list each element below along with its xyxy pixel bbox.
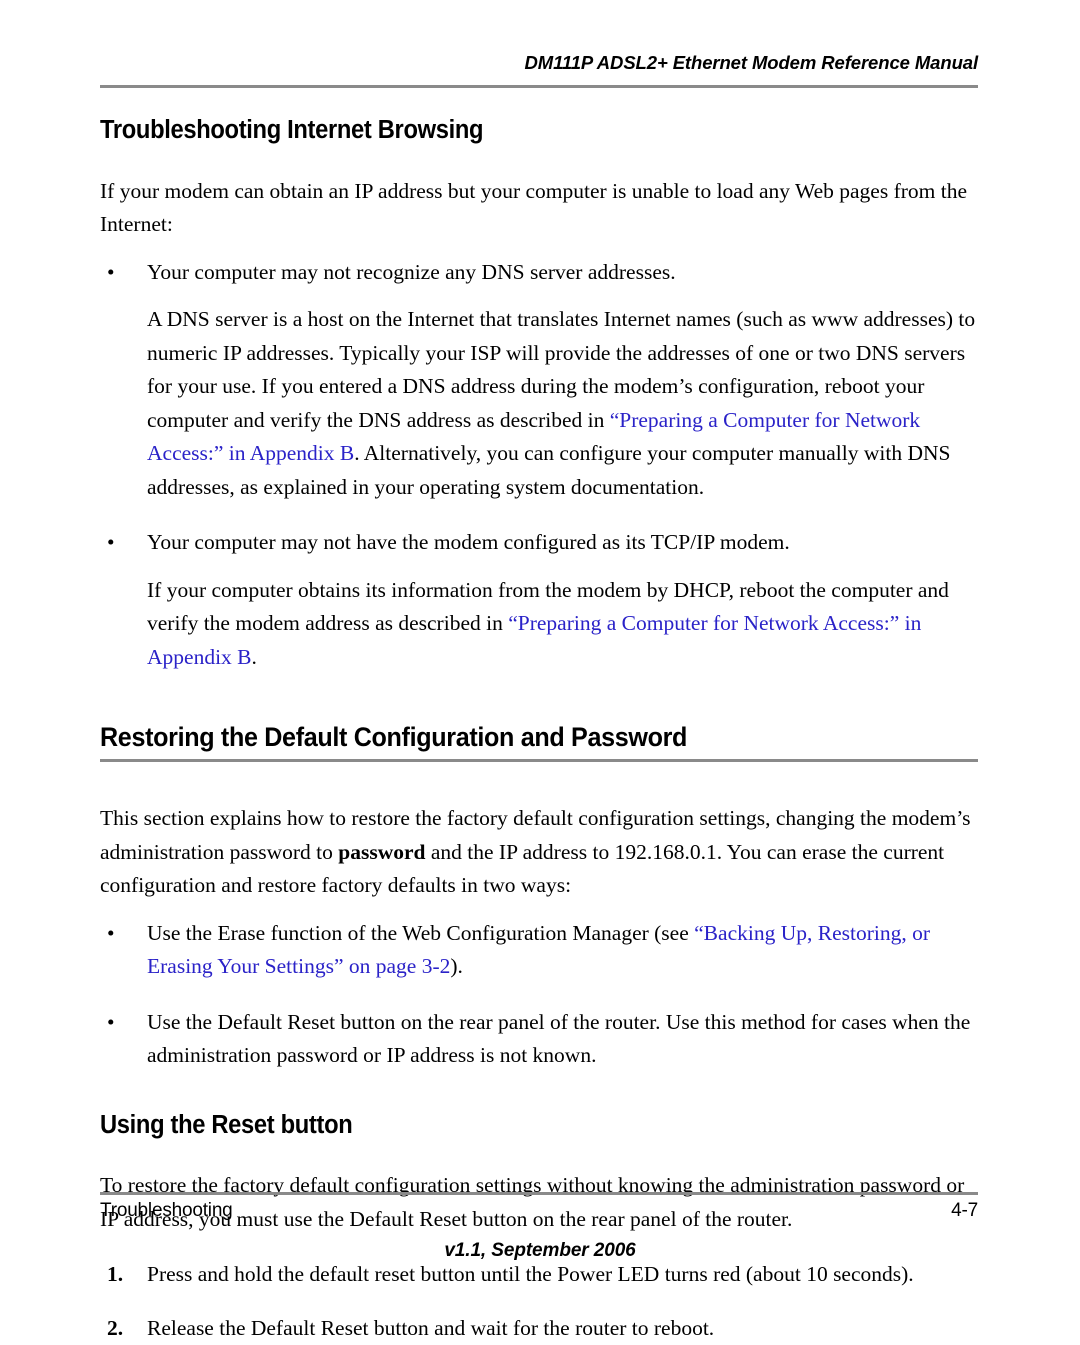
list-item-text: Your computer may not recognize any DNS … [147,259,676,284]
footer-divider [100,1192,978,1195]
dhcp-explanation-paragraph: If your computer obtains its information… [100,574,978,675]
running-header-title: DM111P ADSL2+ Ethernet Modem Reference M… [524,52,979,73]
bullet-list-browsing: • Your computer may not recognize any DN… [100,256,978,290]
list-item-text-tail: ). [450,954,463,979]
footer-chapter-name: Troubleshooting [100,1200,233,1221]
paragraph-text-tail: . [251,644,257,669]
bullet-list-reset-methods: • Use the Erase function of the Web Confi… [100,917,978,1073]
intro-paragraph-restoring: This section explains how to restore the… [100,802,978,903]
header-divider [100,85,978,88]
page-content: Troubleshooting Internet Browsing If you… [100,108,978,1345]
footer-version-date: v1.1, September 2006 [444,1240,636,1261]
default-password-value: password [338,839,426,864]
section-restoring-default-configuration: Restoring the Default Configuration and … [100,722,978,763]
section-using-the-reset-button: Using the Reset button [100,1111,978,1140]
list-item-text-lead: Use the Erase function of the Web Config… [147,920,695,945]
list-item-text: Use the Default Reset button on the rear… [147,1009,971,1068]
page-title: Troubleshooting Internet Browsing [100,116,484,144]
footer-page-number: 4-7 [951,1200,978,1221]
bullet-list-tcpip: • Your computer may not have the modem c… [100,526,978,560]
document-page: DM111P ADSL2+ Ethernet Modem Reference M… [0,0,1080,1340]
bullet-glyph-icon: • [107,259,115,284]
list-item: • Your computer may not recognize any DN… [100,256,978,290]
step-number: 2. [107,1315,124,1340]
section-heading-using-reset-button: Using the Reset button [100,1110,353,1139]
list-item: • Your computer may not have the modem c… [100,526,978,560]
bullet-glyph-icon: • [107,530,115,555]
section-troubleshooting-internet-browsing: Troubleshooting Internet Browsing [100,116,978,145]
list-item: • Use the Erase function of the Web Confi… [100,917,978,984]
step-text: Release the Default Reset button and wai… [147,1315,715,1340]
numbered-step-list: 1. Press and hold the default reset butt… [100,1258,978,1345]
page-footer: Troubleshooting 4-7 [100,1200,978,1222]
list-item: • Use the Default Reset button on the re… [100,1006,978,1073]
dns-explanation-paragraph: A DNS server is a host on the Internet t… [100,303,978,504]
list-item-text: Your computer may not have the modem con… [147,530,790,555]
bullet-glyph-icon: • [107,920,115,945]
intro-paragraph-browsing: If your modem can obtain an IP address b… [100,178,968,237]
step-text: Press and hold the default reset button … [147,1262,914,1287]
list-item: 1. Press and hold the default reset butt… [100,1258,978,1292]
list-item: 2. Release the Default Reset button and … [100,1312,978,1345]
section-heading-restoring-default: Restoring the Default Configuration and … [100,722,688,753]
step-number: 1. [107,1262,124,1287]
bullet-glyph-icon: • [107,1009,115,1034]
